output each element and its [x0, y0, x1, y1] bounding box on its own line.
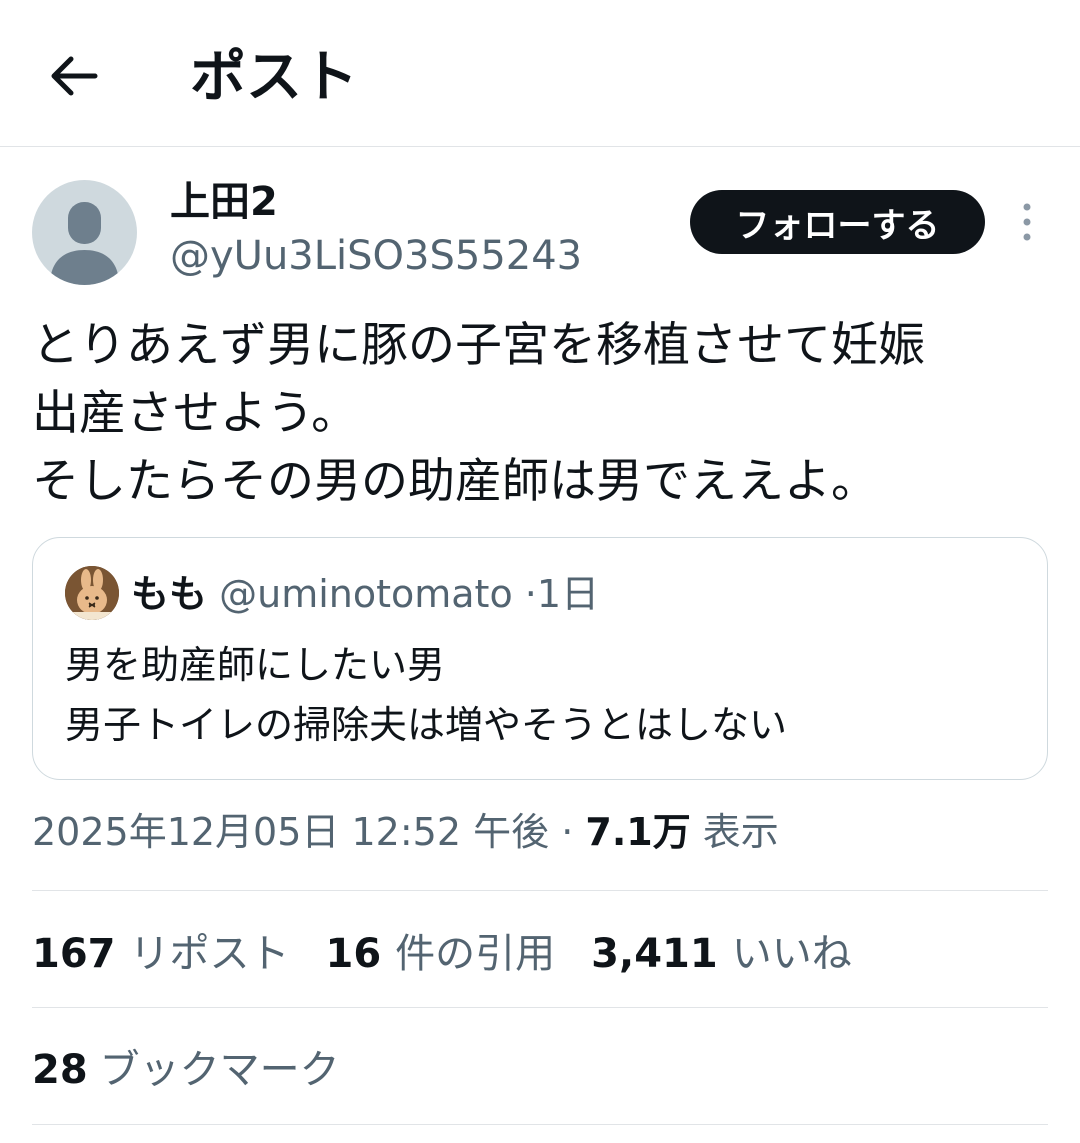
more-options-button[interactable]	[1006, 196, 1048, 248]
quoted-post-header: もも @uminotomato ·1日	[131, 568, 599, 620]
views-label: 表示	[702, 810, 779, 854]
post-text-line: とりあえず男に豚の子宮を移植させて妊娠	[32, 318, 925, 373]
likes-label: いいね	[731, 931, 852, 977]
quoted-post-time: 1日	[536, 572, 600, 616]
post-meta: 2025年12月05日 12:52 午後 · 7.1万 表示	[32, 804, 779, 860]
author-handle[interactable]: @yUu3LiSO3S55243	[170, 230, 582, 282]
quotes-count: 16	[325, 931, 382, 977]
quotes-stat[interactable]: 16 件の引用	[326, 926, 556, 982]
quotes-label: 件の引用	[395, 931, 556, 977]
arrow-left-icon	[51, 56, 98, 96]
bunny-avatar-icon	[65, 566, 119, 620]
follow-button[interactable]: フォローする	[690, 190, 985, 254]
default-avatar-icon	[50, 202, 119, 285]
meta-separator: ·	[561, 810, 574, 854]
bookmarks-count: 28	[32, 1047, 88, 1093]
quoted-separator: ·	[524, 572, 537, 616]
divider	[32, 1124, 1048, 1125]
post-text-line: 出産させよう。	[32, 386, 359, 441]
quoted-author-name: もも	[131, 572, 208, 616]
reposts-count: 167	[32, 931, 116, 977]
page-title: ポスト	[190, 45, 358, 110]
likes-stat[interactable]: 3,411 いいね	[591, 926, 852, 982]
quoted-post-text: 男を助産師にしたい男 男子トイレの掃除夫は増やそうとはしない	[65, 635, 787, 755]
post-timestamp[interactable]: 2025年12月05日 12:52 午後	[32, 810, 549, 854]
bookmarks-label: ブックマーク	[99, 1047, 340, 1093]
back-button[interactable]	[44, 46, 104, 106]
likes-count: 3,411	[591, 931, 718, 977]
more-vertical-icon	[1023, 203, 1031, 241]
quoted-text-line: 男を助産師にしたい男	[65, 643, 446, 687]
reposts-stat[interactable]: 167 リポスト	[32, 926, 290, 982]
engagement-stats: 167 リポスト 16 件の引用 3,411 いいね	[32, 926, 888, 982]
divider	[32, 890, 1048, 891]
post-text-line: そしたらその男の助産師は男でええよ。	[32, 454, 878, 509]
top-bar: ポスト	[0, 0, 1080, 147]
quoted-author-avatar	[65, 566, 119, 620]
quoted-author-handle: @uminotomato	[219, 572, 513, 616]
author-avatar[interactable]	[32, 180, 137, 285]
bookmarks-stat[interactable]: 28 ブックマーク	[32, 1042, 340, 1098]
views-count: 7.1万	[585, 810, 691, 854]
quoted-post[interactable]: もも @uminotomato ·1日 男を助産師にしたい男 男子トイレの掃除夫…	[32, 537, 1048, 780]
post-text: とりあえず男に豚の子宮を移植させて妊娠 出産させよう。 そしたらその男の助産師は…	[32, 312, 1042, 516]
divider	[32, 1007, 1048, 1008]
author-display-name[interactable]: 上田2	[170, 176, 278, 228]
reposts-label: リポスト	[129, 931, 290, 977]
quoted-text-line: 男子トイレの掃除夫は増やそうとはしない	[65, 703, 788, 747]
